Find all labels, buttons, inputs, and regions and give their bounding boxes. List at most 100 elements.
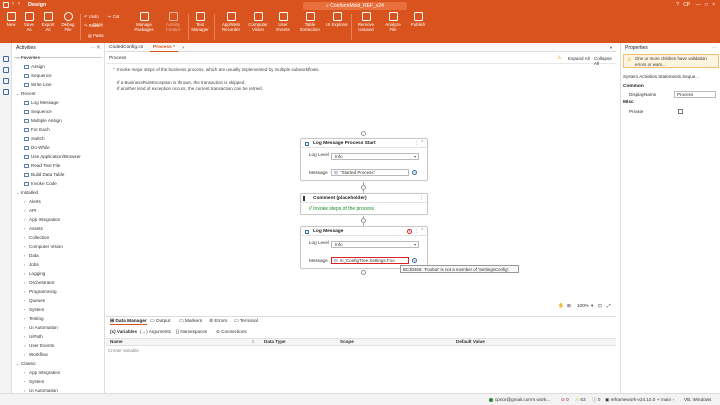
- tab-coded-config[interactable]: CodedConfig.cs: [106, 44, 146, 52]
- add-icon[interactable]: +: [412, 170, 417, 175]
- warnings-count[interactable]: ⚠ 63: [575, 397, 586, 403]
- tab-errors[interactable]: ⊘ Errors: [209, 319, 227, 324]
- tree-item[interactable]: Use Application/Browser: [24, 153, 81, 161]
- tree-category[interactable]: ›UiPath: [24, 333, 43, 341]
- cut-button[interactable]: ✂ Cut: [108, 14, 119, 19]
- drop-point-bottom[interactable]: [361, 270, 366, 275]
- activity-menu-icon[interactable]: ⋮: [419, 196, 424, 201]
- tree-category[interactable]: › Jobs: [24, 261, 39, 269]
- pan-icon[interactable]: ✋: [558, 303, 564, 309]
- maximize-icon[interactable]: □: [705, 2, 708, 8]
- tree-category[interactable]: › Collection: [24, 234, 49, 242]
- debug-button[interactable]: Debug File: [59, 12, 77, 32]
- tree-category[interactable]: › Queues: [24, 297, 45, 305]
- tree-item[interactable]: Multiple Assign: [24, 117, 62, 125]
- analyze-file-button[interactable]: Analyze File: [382, 12, 404, 32]
- close-tab-icon[interactable]: ×: [182, 45, 185, 50]
- recorder-button[interactable]: App/Web Recorder: [218, 12, 244, 32]
- panel-options-icon[interactable]: ⋯ ⇱: [90, 45, 101, 51]
- designer-canvas[interactable]: Process ⚠ Expand All Collapse All ⌃ Invo…: [106, 53, 616, 315]
- user-events-button[interactable]: User Events: [272, 12, 294, 32]
- fit-icon[interactable]: ⊞: [567, 303, 571, 309]
- back-icon[interactable]: ‹: [12, 1, 14, 7]
- subtab-connections[interactable]: ⊘ Connections: [216, 329, 247, 335]
- outline-rail-icon[interactable]: [3, 89, 9, 95]
- log-level-select[interactable]: Info ▾: [331, 153, 419, 160]
- category-common[interactable]: Common: [623, 84, 644, 89]
- tree-item[interactable]: Read Text File: [24, 162, 60, 170]
- message-input[interactable]: ⊟ "Started Process": [331, 169, 409, 176]
- activity-creator-button[interactable]: Activity Creator: [160, 12, 186, 32]
- message-input[interactable]: ⊟ in_ConfigTree.Settings.Foo: [331, 257, 409, 264]
- manage-packages-button[interactable]: Manage Packages: [131, 12, 157, 32]
- save-as-button[interactable]: Save As: [21, 12, 37, 32]
- collapse-all-button[interactable]: Collapse All: [594, 56, 616, 66]
- private-checkbox[interactable]: [678, 109, 683, 114]
- tree-category[interactable]: › Alerts: [24, 198, 41, 206]
- log-message-activity[interactable]: Log Message ! ⋮ ⌃ Log Level Info ▾ Messag…: [300, 226, 428, 269]
- errors-count[interactable]: ⊘ 0: [561, 397, 569, 403]
- fullscreen-icon[interactable]: ⤢: [607, 303, 611, 308]
- tree-category[interactable]: › UI Automation: [24, 324, 58, 332]
- column-data-type[interactable]: Data Type: [264, 338, 286, 346]
- tree-category[interactable]: › Computer Vision: [24, 243, 63, 251]
- drop-point[interactable]: [361, 218, 366, 223]
- expand-all-button[interactable]: Expand All: [568, 56, 590, 61]
- tree-item[interactable]: For Each: [24, 126, 50, 134]
- tree-group-installed[interactable]: ⌄ Installed: [16, 189, 38, 197]
- column-default-value[interactable]: Default Value: [456, 338, 485, 346]
- comment-activity[interactable]: Comment (placeholder) ⋮ // Invoke steps …: [300, 193, 428, 215]
- account-status[interactable]: cpnor@gmail.com's work...: [489, 397, 550, 402]
- activity-menu-icon[interactable]: ⋮ ⌃: [414, 229, 424, 234]
- tree-group-recent[interactable]: ⌄ Recent: [16, 90, 36, 98]
- tab-output[interactable]: ▭ Output: [150, 319, 170, 324]
- zoom-dropdown-icon[interactable]: ▾: [591, 303, 593, 309]
- activity-menu-icon[interactable]: ⋮ ⌃: [414, 141, 424, 146]
- tree-category[interactable]: › App Integration: [24, 216, 60, 224]
- framework-version[interactable]: ▣ reframework-v24.10.0: [605, 397, 655, 403]
- tree-category[interactable]: › App Integration: [24, 369, 60, 377]
- tab-markers[interactable]: ▭ Markers: [179, 319, 202, 324]
- tree-item[interactable]: Build Data Table: [24, 171, 64, 179]
- tab-process[interactable]: Process *: [150, 44, 178, 52]
- tree-category[interactable]: › System: [24, 306, 44, 314]
- tree-item[interactable]: Switch: [24, 135, 45, 143]
- log-message-process-start[interactable]: Log Message Process Start ⋮ ⌃ Log Level …: [300, 138, 428, 181]
- info-count[interactable]: ⓘ 0: [592, 397, 600, 403]
- column-scope[interactable]: Scope: [340, 338, 354, 346]
- column-name[interactable]: Name: [110, 338, 123, 346]
- remove-unused-button[interactable]: Remove Unused: [354, 12, 378, 32]
- tree-category[interactable]: › System: [24, 378, 44, 386]
- subtab-namespaces[interactable]: {} Namespaces: [176, 329, 207, 334]
- tree-category[interactable]: › Workflow: [24, 351, 48, 359]
- close-icon[interactable]: ×: [712, 2, 715, 8]
- export-button[interactable]: Export As: [39, 12, 57, 32]
- tree-item[interactable]: Invoke Code: [24, 180, 57, 188]
- drop-point-top[interactable]: [361, 131, 366, 136]
- add-icon[interactable]: +: [412, 258, 417, 263]
- branch-selector[interactable]: ⑂ main ▾: [657, 397, 675, 402]
- tab-data-manager[interactable]: ⊞ Data Manager: [110, 319, 147, 325]
- undo-button[interactable]: ↶ Undo: [84, 14, 99, 19]
- tree-category[interactable]: › User Events: [24, 342, 54, 350]
- project-search[interactable]: ⌕ ConformMold_REF_v24: [303, 1, 407, 10]
- tree-category[interactable]: › Logging: [24, 270, 45, 278]
- help-icon[interactable]: ?: [676, 2, 679, 8]
- tree-item[interactable]: Sequence: [24, 72, 52, 80]
- tree-category[interactable]: › Testing: [24, 315, 44, 323]
- forward-icon[interactable]: ›: [18, 1, 20, 7]
- tree-category[interactable]: › Assets: [24, 225, 43, 233]
- tree-category[interactable]: › API: [24, 207, 36, 215]
- table-extraction-button[interactable]: Table Extraction: [297, 12, 323, 32]
- publish-button[interactable]: Publish: [408, 12, 428, 27]
- category-misc[interactable]: Misc: [623, 100, 634, 105]
- activities-rail-icon[interactable]: [3, 56, 9, 62]
- tree-group-classic[interactable]: ⌄ Classic: [16, 360, 36, 368]
- test-manager-button[interactable]: Test Manager: [189, 12, 211, 32]
- project-rail-icon[interactable]: [3, 67, 9, 73]
- subtab-arguments[interactable]: (→) Arguments: [140, 329, 171, 334]
- tree-item[interactable]: Do While: [24, 144, 50, 152]
- panel-options-icon[interactable]: ⋯: [712, 45, 717, 51]
- minimize-icon[interactable]: —: [696, 2, 701, 8]
- overview-icon[interactable]: ⊡: [598, 303, 602, 309]
